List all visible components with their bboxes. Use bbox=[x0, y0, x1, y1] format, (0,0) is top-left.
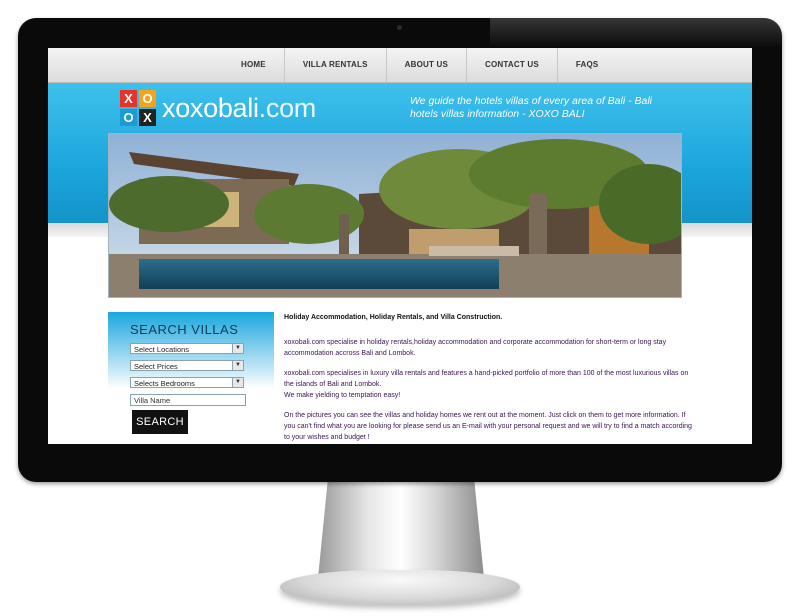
nav-about-us[interactable]: ABOUT US bbox=[387, 48, 468, 82]
hero-villa-photo bbox=[108, 133, 682, 298]
search-villas-panel: SEARCH VILLAS Select Locations ▼ Select … bbox=[108, 312, 274, 444]
site-name: xoxobali.com bbox=[162, 93, 316, 124]
logo-letter: X bbox=[139, 109, 156, 126]
chevron-down-icon: ▼ bbox=[232, 378, 243, 387]
site-name-tld: .com bbox=[258, 92, 317, 123]
villa-name-input[interactable]: Villa Name bbox=[130, 394, 246, 406]
prices-select-value: Select Prices bbox=[134, 362, 178, 371]
webcam-icon bbox=[397, 25, 402, 30]
locations-select[interactable]: Select Locations ▼ bbox=[130, 343, 244, 354]
nav-home[interactable]: HOME bbox=[223, 48, 285, 82]
content-heading: Holiday Accommodation, Holiday Rentals, … bbox=[284, 314, 503, 321]
logo-letter: O bbox=[120, 109, 137, 126]
logo-mark: X O O X bbox=[120, 90, 156, 126]
content-paragraph: xoxobali.com specialise in holiday renta… bbox=[284, 339, 667, 357]
nav-faqs[interactable]: FAQS bbox=[558, 48, 617, 82]
content-paragraph: On the pictures you can see the villas a… bbox=[284, 412, 692, 441]
chevron-down-icon: ▼ bbox=[232, 344, 243, 353]
site-name-main: xoxobali bbox=[162, 92, 259, 123]
bedrooms-select-value: Selects Bedrooms bbox=[134, 379, 195, 388]
site-logo[interactable]: X O O X xoxobali.com bbox=[120, 90, 316, 126]
bezel-gloss bbox=[490, 18, 782, 48]
screen: HOME VILLA RENTALS ABOUT US CONTACT US F… bbox=[48, 48, 752, 444]
prices-select[interactable]: Select Prices ▼ bbox=[130, 360, 244, 371]
locations-select-value: Select Locations bbox=[134, 345, 190, 354]
monitor-stand-neck bbox=[318, 478, 484, 578]
search-button[interactable]: SEARCH bbox=[132, 410, 188, 434]
chevron-down-icon: ▼ bbox=[232, 361, 243, 370]
content-paragraph: We make yielding to temptation easy! bbox=[284, 392, 401, 399]
search-villas-title: SEARCH VILLAS bbox=[130, 322, 239, 337]
header-tagline: We guide the hotels villas of every area… bbox=[410, 95, 653, 120]
bedrooms-select[interactable]: Selects Bedrooms ▼ bbox=[130, 377, 244, 388]
main-content: Holiday Accommodation, Holiday Rentals, … bbox=[284, 312, 694, 444]
nav-contact-us[interactable]: CONTACT US bbox=[467, 48, 558, 82]
logo-letter: O bbox=[139, 90, 156, 107]
nav-villa-rentals[interactable]: VILLA RENTALS bbox=[285, 48, 387, 82]
monitor-stand-base bbox=[280, 570, 520, 604]
logo-letter: X bbox=[120, 90, 137, 107]
content-paragraph: xoxobali.com specialises in luxury villa… bbox=[284, 370, 689, 388]
top-nav: HOME VILLA RENTALS ABOUT US CONTACT US F… bbox=[48, 48, 752, 83]
